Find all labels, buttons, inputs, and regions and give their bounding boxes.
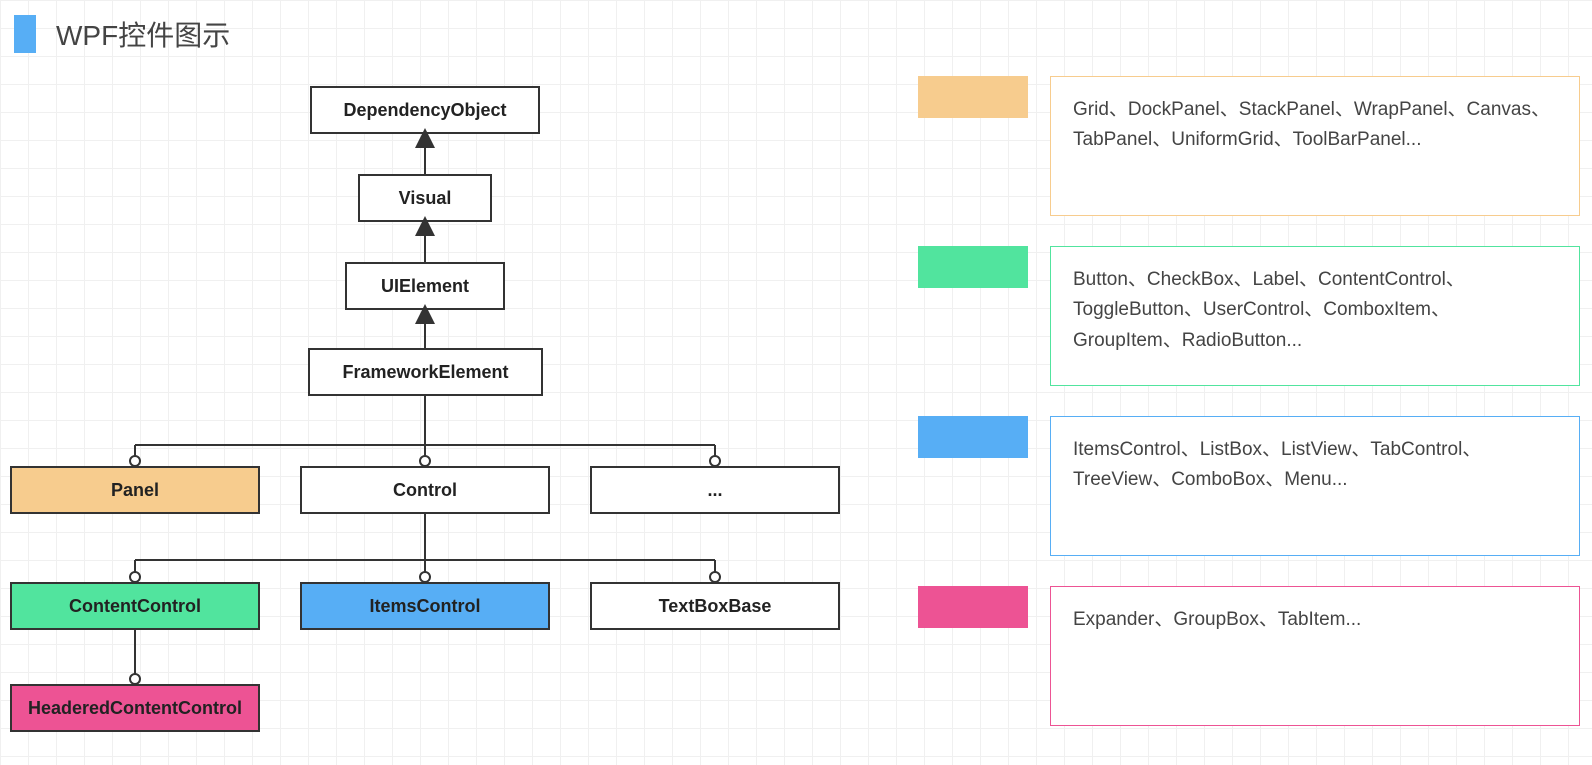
legend-swatch-headered-content-control <box>918 586 1028 628</box>
node-label: ItemsControl <box>369 596 480 617</box>
node-label: UIElement <box>381 276 469 297</box>
node-label: DependencyObject <box>343 100 506 121</box>
node-visual: Visual <box>358 174 492 222</box>
node-label: TextBoxBase <box>659 596 772 617</box>
node-dependency-object: DependencyObject <box>310 86 540 134</box>
node-control: Control <box>300 466 550 514</box>
node-panel: Panel <box>10 466 260 514</box>
node-label: FrameworkElement <box>342 362 508 383</box>
diagram-title: WPF控件图示 <box>14 14 230 54</box>
node-label: ContentControl <box>69 596 201 617</box>
legend-text: Grid、DockPanel、StackPanel、WrapPanel、Canv… <box>1073 99 1550 150</box>
legend-text: ItemsControl、ListBox、ListView、TabControl… <box>1073 439 1481 490</box>
node-ui-element: UIElement <box>345 262 505 310</box>
node-items-control: ItemsControl <box>300 582 550 630</box>
title-text: WPF控件图示 <box>56 14 230 54</box>
legend-box-headered-content-control: Expander、GroupBox、TabItem... <box>1050 586 1580 726</box>
legend-swatch-content-control <box>918 246 1028 288</box>
node-label: HeaderedContentControl <box>28 698 242 719</box>
node-label: Panel <box>111 480 159 501</box>
title-accent-bar <box>14 15 36 53</box>
node-textbox-base: TextBoxBase <box>590 582 840 630</box>
node-label: Control <box>393 480 457 501</box>
legend-swatch-panel <box>918 76 1028 118</box>
node-framework-element: FrameworkElement <box>308 348 543 396</box>
node-label: ... <box>707 480 722 501</box>
legend-swatch-items-control <box>918 416 1028 458</box>
node-label: Visual <box>399 188 452 209</box>
node-ellipsis: ... <box>590 466 840 514</box>
legend-box-items-control: ItemsControl、ListBox、ListView、TabControl… <box>1050 416 1580 556</box>
legend-box-content-control: Button、CheckBox、Label、ContentControl、Tog… <box>1050 246 1580 386</box>
legend-text: Button、CheckBox、Label、ContentControl、Tog… <box>1073 269 1465 351</box>
legend-box-panel: Grid、DockPanel、StackPanel、WrapPanel、Canv… <box>1050 76 1580 216</box>
node-content-control: ContentControl <box>10 582 260 630</box>
node-headered-content-control: HeaderedContentControl <box>10 684 260 732</box>
legend-text: Expander、GroupBox、TabItem... <box>1073 609 1361 630</box>
